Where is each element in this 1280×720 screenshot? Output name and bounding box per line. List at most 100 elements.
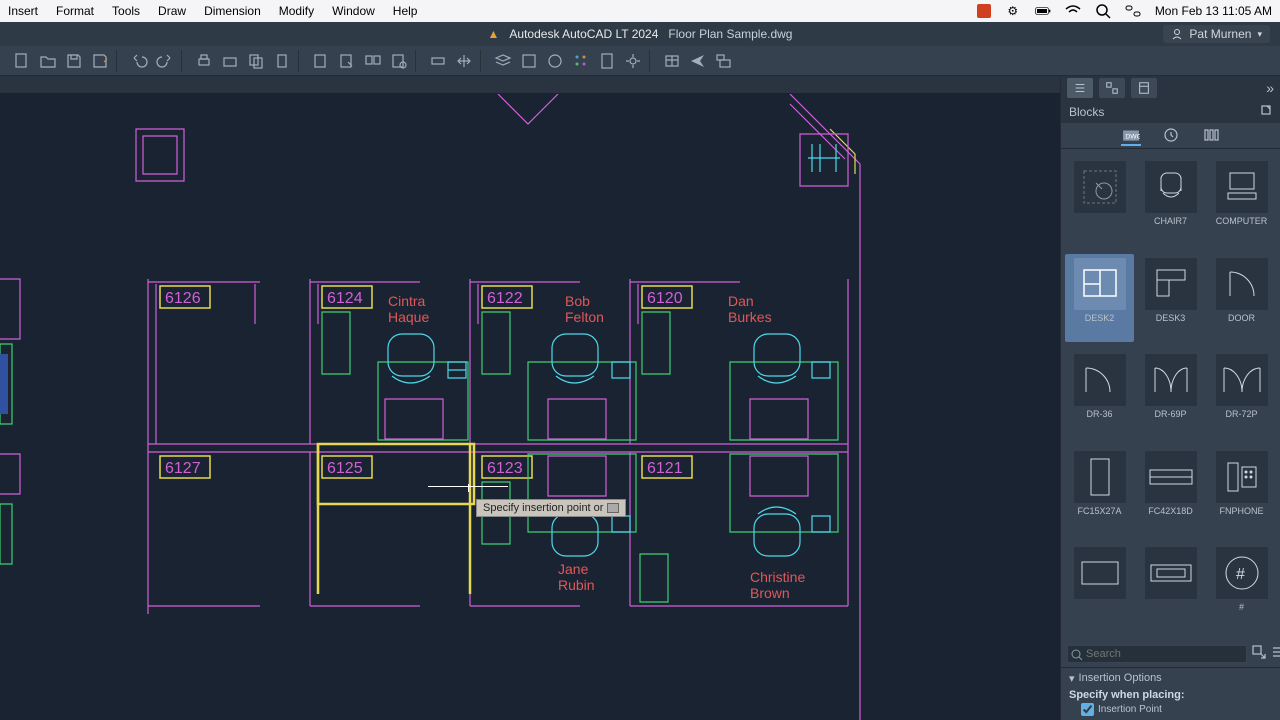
print-icon[interactable] [194,51,214,71]
layer-icon[interactable] [493,51,513,71]
new-icon[interactable] [12,51,32,71]
tool-c-icon[interactable] [363,51,383,71]
panel-overflow-icon[interactable]: » [1266,80,1274,96]
redo-icon[interactable] [155,51,175,71]
control-center-icon[interactable] [1125,3,1141,19]
list-options-icon[interactable] [1271,644,1280,663]
block-rmnum[interactable]: ## [1207,543,1276,632]
user-menu[interactable]: Pat Murnen ▾ [1163,25,1270,43]
room-6124: 6124 [327,290,363,307]
gear-icon[interactable] [623,51,643,71]
block-dr69p[interactable]: DR-69P [1136,350,1205,439]
name-christine: ChristineBrown [750,569,805,601]
copy-icon[interactable] [246,51,266,71]
dots-icon[interactable] [571,51,591,71]
block-label: DR-69P [1154,410,1186,420]
menu-dimension[interactable]: Dimension [204,4,261,18]
name-dan: DanBurkes [728,293,772,325]
room-6122: 6122 [487,290,523,307]
block-fc42[interactable]: FC42X18D [1136,447,1205,536]
tool-d-icon[interactable] [389,51,409,71]
battery-icon[interactable] [1035,3,1051,19]
block-dr36[interactable]: DR-36 [1065,350,1134,439]
save-icon[interactable] [64,51,84,71]
panel-popout-icon[interactable] [1260,104,1272,119]
command-tooltip: Specify insertion point or [476,499,626,517]
autodesk-logo-icon: ▲ [488,27,500,41]
opt-insertion-point[interactable]: Insertion Point [1069,703,1272,716]
cursor-crosshair-v [468,484,469,492]
menu-format[interactable]: Format [56,4,94,18]
block-computer[interactable]: COMPUTER [1207,157,1276,246]
chk-insertion-point[interactable] [1081,703,1094,716]
subtab-recent[interactable] [1161,126,1181,146]
tool-a-icon[interactable] [311,51,331,71]
tooltip-dropdown-icon[interactable] [607,503,619,513]
menu-window[interactable]: Window [332,4,375,18]
chevron-down-icon[interactable]: ▾ [1069,672,1075,685]
search-icon[interactable] [1095,3,1111,19]
svg-text:#: # [1236,566,1245,583]
block-label: DESK3 [1156,314,1186,324]
open-icon[interactable] [38,51,58,71]
menu-modify[interactable]: Modify [279,4,314,18]
status-icon-1[interactable] [977,4,991,18]
undo-icon[interactable] [129,51,149,71]
block-fnphone[interactable]: FNPHONE [1207,447,1276,536]
menu-insert[interactable]: Insert [8,4,38,18]
windows-icon[interactable] [714,51,734,71]
block-search-input[interactable] [1067,645,1247,663]
block-desk2[interactable]: DESK2 [1065,254,1134,343]
block-fc15[interactable]: FC15X27A [1065,447,1134,536]
subtab-current[interactable]: DWG [1121,126,1141,146]
block-label: FC42X18D [1148,507,1193,517]
app-name: Autodesk AutoCAD LT 2024 [509,27,658,41]
block-label: COMPUTER [1216,217,1268,227]
clock[interactable]: Mon Feb 13 11:05 AM [1155,4,1272,18]
block-chair7[interactable]: CHAIR7 [1136,157,1205,246]
block-desk3[interactable]: DESK3 [1136,254,1205,343]
status-icon-2[interactable]: ⚙ [1005,3,1021,19]
panel-tabs: » [1061,76,1280,100]
send-icon[interactable] [688,51,708,71]
room-6127: 6127 [165,460,201,477]
drawing-canvas[interactable]: 6126 6124 6122 6120 6127 6125 6123 6121 … [0,94,1060,720]
menu-tools[interactable]: Tools [112,4,140,18]
file-name: Floor Plan Sample.dwg [668,27,792,41]
hatch-icon[interactable] [545,51,565,71]
menu-help[interactable]: Help [393,4,418,18]
block-label: CHAIR7 [1154,217,1187,227]
name-bob: BobFelton [565,293,604,325]
block-dr72p[interactable]: DR-72P [1207,350,1276,439]
app-title-bar: ▲ Autodesk AutoCAD LT 2024 Floor Plan Sa… [0,22,1280,46]
menu-draw[interactable]: Draw [158,4,186,18]
block-label: FC15X27A [1077,507,1121,517]
paste-icon[interactable] [272,51,292,71]
tool-b-icon[interactable] [337,51,357,71]
block-label: FNPHONE [1219,507,1263,517]
wifi-icon[interactable] [1065,3,1081,19]
block-label: # [1239,603,1244,613]
sheet-icon[interactable] [597,51,617,71]
insert-icon[interactable] [1251,644,1267,663]
block-door[interactable]: DOOR [1207,254,1276,343]
block-icon[interactable] [519,51,539,71]
blocks-panel: » Blocks DWG CHAIR7COMPUTERDESK2DESK3DOO… [1060,76,1280,720]
pan-icon[interactable] [454,51,474,71]
subtab-library[interactable] [1201,126,1221,146]
plot-icon[interactable] [220,51,240,71]
insertion-options: ▾ Insertion Options Specify when placing… [1061,667,1280,720]
panel-tab-blocks[interactable] [1099,78,1125,98]
table-icon[interactable] [662,51,682,71]
block-blank2[interactable] [1136,543,1205,632]
svg-text:DWG: DWG [1125,133,1140,140]
block-placeholder[interactable] [1065,157,1134,246]
panel-tab-sheet[interactable] [1131,78,1157,98]
saveas-icon[interactable] [90,51,110,71]
block-label: DR-72P [1225,410,1257,420]
block-blank1[interactable] [1065,543,1134,632]
block-label: DOOR [1228,314,1255,324]
panel-tab-properties[interactable] [1067,78,1093,98]
main-toolbar [0,46,1280,76]
measure-icon[interactable] [428,51,448,71]
